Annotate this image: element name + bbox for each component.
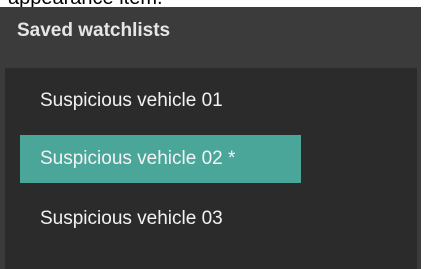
watchlist-item-selected[interactable]: Suspicious vehicle 02 * [20,135,301,183]
watchlist-item[interactable]: Suspicious vehicle 01 [20,77,301,125]
panel-header: Saved watchlists [0,7,421,65]
screenshot-root: appearance item. Saved watchlists Suspic… [0,0,425,269]
watchlist-list: Suspicious vehicle 01 Suspicious vehicle… [5,68,417,269]
panel-title: Saved watchlists [17,20,171,41]
saved-watchlists-panel: Saved watchlists Suspicious vehicle 01 S… [0,7,421,269]
watchlist-item[interactable]: Suspicious vehicle 03 [20,195,301,243]
